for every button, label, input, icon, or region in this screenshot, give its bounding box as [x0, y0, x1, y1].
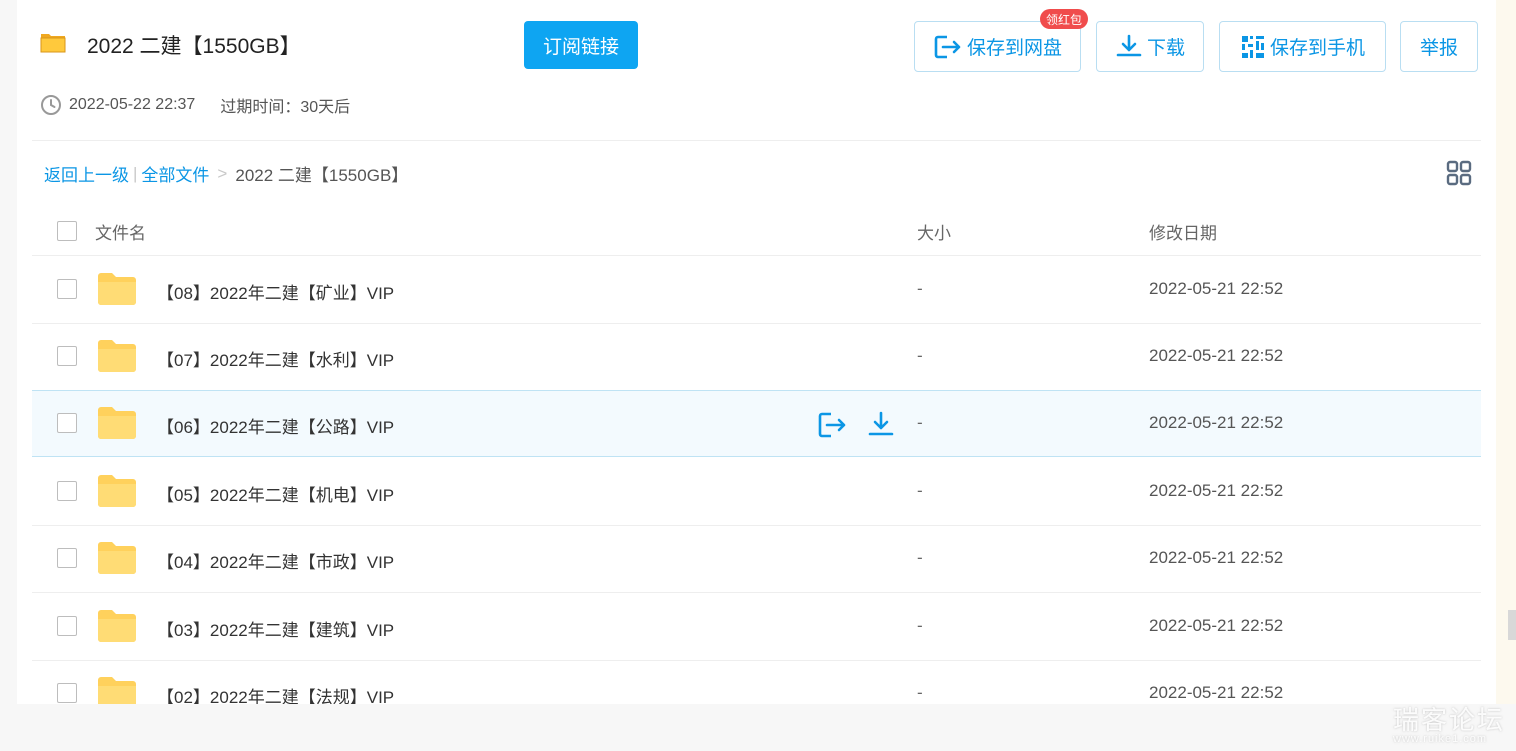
folder-icon — [98, 475, 136, 507]
watermark: 瑞客论坛 www.ruike1.com — [1393, 700, 1513, 745]
table-row[interactable]: 【03】2022年二建【建筑】VIP - 2022-05-21 22:52 — [32, 594, 1481, 661]
row-size: - — [917, 548, 923, 567]
row-modified-date: 2022-05-21 22:52 — [1149, 683, 1284, 702]
download-label: 下载 — [1146, 38, 1185, 59]
row-checkbox[interactable] — [57, 279, 77, 299]
row-checkbox[interactable] — [57, 413, 77, 433]
page-background — [0, 704, 1516, 751]
row-modified-date: 2022-05-21 22:52 — [1149, 346, 1284, 365]
row-file-name[interactable]: 【02】2022年二建【法规】VIP — [157, 683, 394, 704]
row-size: - — [917, 413, 923, 432]
scrollbar-thumb[interactable] — [1508, 610, 1516, 640]
row-modified-date: 2022-05-21 22:52 — [1149, 616, 1284, 635]
right-gutter — [1496, 0, 1516, 704]
row-save-icon[interactable] — [817, 411, 847, 439]
column-header-size[interactable]: 大小 — [917, 219, 951, 244]
row-checkbox[interactable] — [57, 616, 77, 636]
watermark-text: 瑞客论坛 — [1393, 705, 1506, 735]
share-meta: 2022-05-22 22:37 过期时间：30天后 — [40, 93, 350, 117]
column-header-name[interactable]: 文件名 — [95, 219, 146, 244]
row-modified-date: 2022-05-21 22:52 — [1149, 413, 1284, 432]
folder-icon — [98, 273, 136, 305]
page-title: 2022 二建【1550GB】 — [87, 35, 301, 58]
row-file-name[interactable]: 【03】2022年二建【建筑】VIP — [157, 616, 394, 641]
save-to-phone-label: 保存到手机 — [1269, 38, 1365, 59]
report-label: 举报 — [1419, 38, 1458, 59]
red-packet-badge[interactable]: 领红包 — [1040, 9, 1089, 29]
folder-icon — [98, 340, 136, 372]
expire-time: 过期时间：30天后 — [220, 99, 351, 116]
download-button[interactable]: 下载 — [1096, 21, 1204, 72]
table-row[interactable]: 【07】2022年二建【水利】VIP - 2022-05-21 22:52 — [32, 324, 1481, 391]
header-divider — [32, 140, 1481, 141]
save-to-cloud-label: 保存到网盘 — [966, 38, 1062, 59]
row-file-name[interactable]: 【06】2022年二建【公路】VIP — [157, 413, 394, 438]
row-size: - — [917, 279, 923, 298]
folder-icon — [98, 610, 136, 642]
row-size: - — [917, 481, 923, 500]
qr-code-icon — [1241, 35, 1264, 58]
report-button[interactable]: 举报 — [1400, 21, 1478, 72]
breadcrumb-chevron: > — [217, 163, 228, 183]
subscribe-button[interactable]: 订阅链接 — [524, 21, 638, 69]
folder-icon — [98, 407, 136, 439]
breadcrumb-current: 2022 二建【1550GB】 — [235, 166, 409, 185]
clock-icon — [41, 95, 61, 115]
table-header: 文件名 大小 修改日期 — [32, 205, 1481, 256]
row-size: - — [917, 616, 923, 635]
breadcrumb: 返回上一级 | 全部文件 > 2022 二建【1550GB】 — [44, 161, 408, 186]
share-panel: 2022 二建【1550GB】 订阅链接 保存到网盘 领红包 下载 保存到手机 … — [17, 0, 1496, 704]
breadcrumb-separator: | — [133, 163, 138, 183]
folder-icon — [98, 677, 136, 704]
save-to-cloud-icon — [934, 35, 961, 58]
row-file-name[interactable]: 【07】2022年二建【水利】VIP — [157, 346, 394, 371]
row-checkbox[interactable] — [57, 481, 77, 501]
save-to-phone-button[interactable]: 保存到手机 — [1219, 21, 1386, 72]
row-file-name[interactable]: 【08】2022年二建【矿业】VIP — [157, 279, 394, 304]
grid-view-icon[interactable] — [1446, 160, 1472, 186]
all-files-link[interactable]: 全部文件 — [141, 161, 209, 186]
row-checkbox[interactable] — [57, 683, 77, 703]
download-icon — [1116, 34, 1142, 56]
row-download-icon[interactable] — [866, 411, 896, 439]
row-size: - — [917, 683, 923, 702]
table-row-hovered[interactable]: 【06】2022年二建【公路】VIP - 2022-05-21 22:52 — [32, 390, 1481, 457]
row-checkbox[interactable] — [57, 548, 77, 568]
row-checkbox[interactable] — [57, 346, 77, 366]
row-modified-date: 2022-05-21 22:52 — [1149, 548, 1284, 567]
row-modified-date: 2022-05-21 22:52 — [1149, 279, 1284, 298]
folder-icon — [40, 34, 66, 53]
row-file-name[interactable]: 【05】2022年二建【机电】VIP — [157, 481, 394, 506]
column-header-modified[interactable]: 修改日期 — [1149, 219, 1217, 244]
table-row[interactable]: 【08】2022年二建【矿业】VIP - 2022-05-21 22:52 — [32, 257, 1481, 324]
table-row[interactable]: 【02】2022年二建【法规】VIP - 2022-05-21 22:52 — [32, 661, 1481, 704]
table-row[interactable]: 【04】2022年二建【市政】VIP - 2022-05-21 22:52 — [32, 526, 1481, 593]
row-file-name[interactable]: 【04】2022年二建【市政】VIP — [157, 548, 394, 573]
select-all-checkbox[interactable] — [57, 221, 77, 241]
created-date: 2022-05-22 22:37 — [69, 96, 196, 113]
row-size: - — [917, 346, 923, 365]
table-row[interactable]: 【05】2022年二建【机电】VIP - 2022-05-21 22:52 — [32, 459, 1481, 526]
back-link[interactable]: 返回上一级 — [44, 161, 129, 186]
row-modified-date: 2022-05-21 22:52 — [1149, 481, 1284, 500]
folder-icon — [98, 542, 136, 574]
